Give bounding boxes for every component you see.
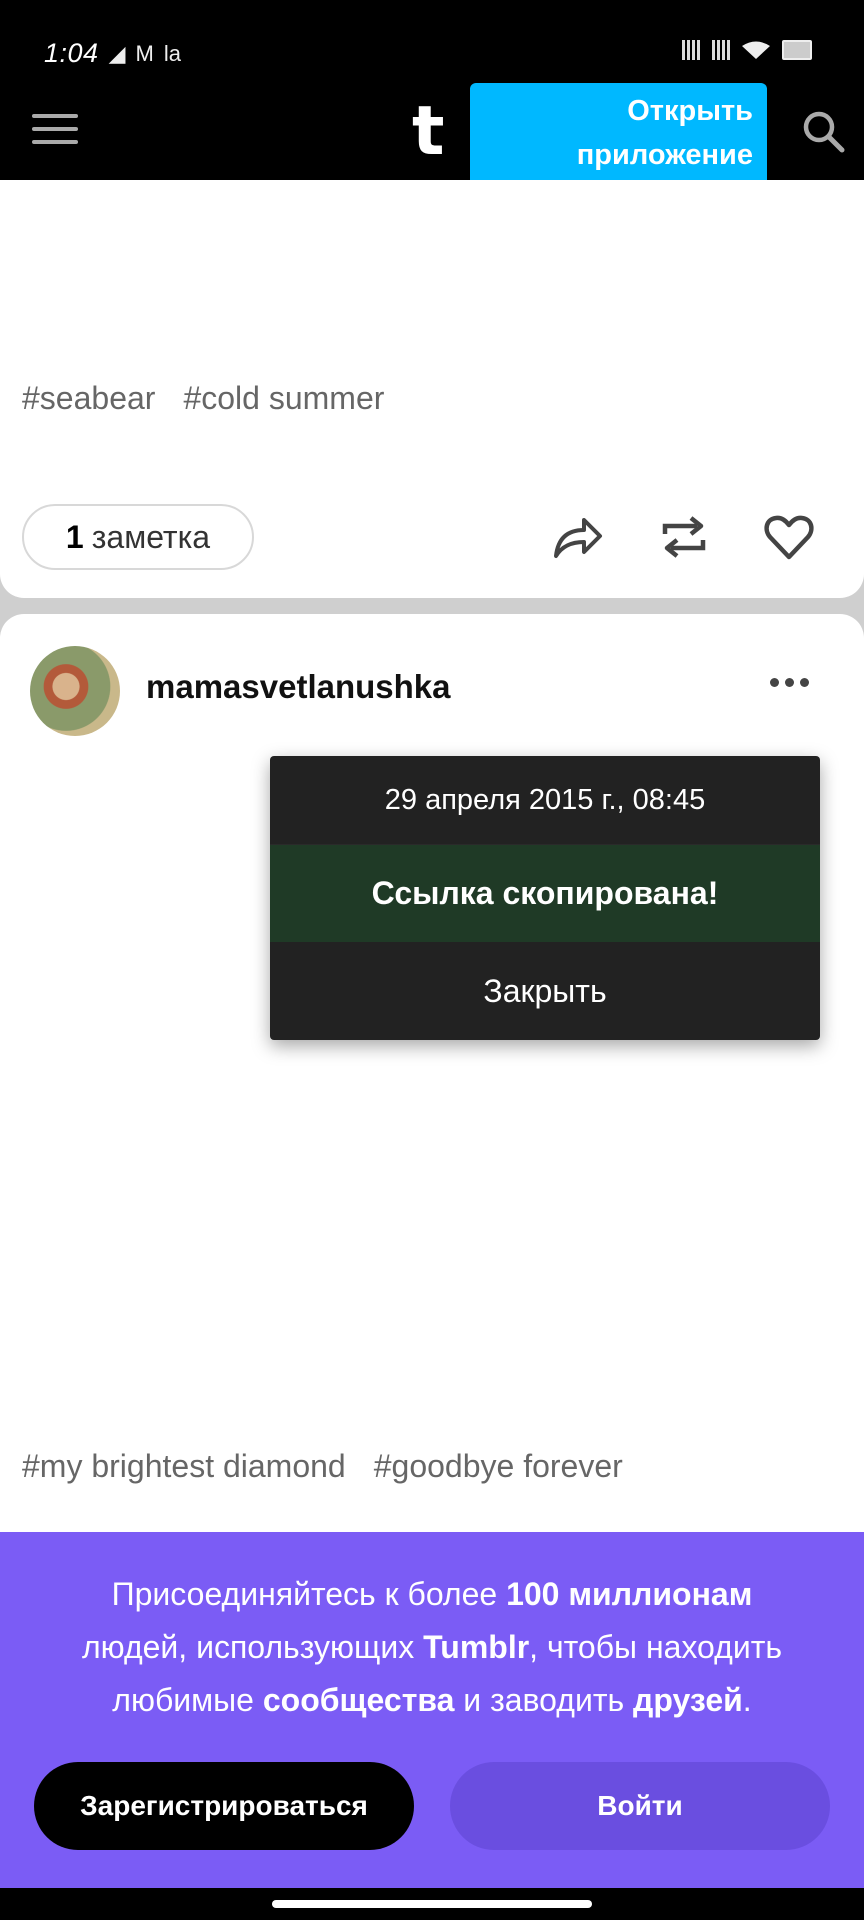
battery-icon <box>782 40 812 60</box>
signup-text-bold: друзей <box>633 1682 743 1718</box>
gmail-icon: M <box>135 40 154 66</box>
search-icon[interactable] <box>800 108 846 154</box>
reblog-icon[interactable] <box>657 510 711 564</box>
post-username[interactable]: mamasvetlanushka <box>146 668 451 706</box>
signup-text-part: . <box>742 1682 752 1718</box>
like-icon[interactable] <box>762 510 816 564</box>
status-bar: 1:04 ◢ M la <box>0 0 864 80</box>
signup-text-part: любимые <box>112 1682 263 1718</box>
signup-text-bold: сообщества <box>262 1682 455 1718</box>
tag-link[interactable]: #seabear <box>22 380 155 417</box>
signup-text-bold: 100 миллионам <box>506 1576 753 1612</box>
tag-link[interactable]: #goodbye forever <box>374 1448 623 1485</box>
signup-text-part: и заводить <box>454 1682 634 1718</box>
signup-line: Присоединяйтесь к более 100 миллионам <box>0 1568 864 1621</box>
notes-count: 1 <box>65 518 84 555</box>
status-right <box>682 40 812 60</box>
signup-line: людей, использующих Tumblr, чтобы находи… <box>0 1621 864 1674</box>
signal-icon <box>682 40 700 60</box>
la-icon: la <box>163 40 181 66</box>
notes-label: заметка <box>91 518 211 555</box>
post-date: 29 апреля 2015 г., 08:45 <box>384 783 706 816</box>
share-icon[interactable] <box>550 510 604 564</box>
notification-icon: ◢ <box>108 40 126 66</box>
post-tags: #my brightest diamond #goodbye forever <box>22 1448 623 1485</box>
tumblr-logo[interactable]: t <box>412 98 445 166</box>
open-app-label-1: Открыть <box>627 95 753 127</box>
post-tags: #seabear #cold summer <box>22 380 384 417</box>
system-nav-bar <box>0 1888 864 1920</box>
signup-text-part: Присоединяйтесь к более <box>111 1576 507 1612</box>
open-app-button[interactable]: Открыть приложение <box>470 83 767 188</box>
signup-banner: Присоединяйтесь к более 100 миллионам лю… <box>0 1532 864 1888</box>
signup-text-part: , чтобы находить <box>529 1629 783 1665</box>
login-button[interactable]: Войти <box>450 1762 830 1850</box>
signup-text-part: людей, использующих <box>81 1629 424 1665</box>
close-button[interactable]: Закрыть <box>270 942 820 1040</box>
open-app-label-2: приложение <box>576 139 753 171</box>
signup-line: любимые сообщества и заводить друзей. <box>0 1674 864 1727</box>
signal-icon <box>712 40 730 60</box>
register-button[interactable]: Зарегистрироваться <box>34 1762 414 1850</box>
wifi-icon <box>742 41 770 59</box>
post-card: #seabear #cold summer 1 заметка <box>0 180 864 598</box>
signup-text-bold: Tumblr <box>423 1629 530 1665</box>
status-time: 1:04 <box>44 38 99 68</box>
more-options-icon[interactable] <box>770 678 809 687</box>
notes-button[interactable]: 1 заметка <box>22 504 254 570</box>
tag-link[interactable]: #cold summer <box>183 380 384 417</box>
signup-text: Присоединяйтесь к более 100 миллионам лю… <box>0 1568 864 1727</box>
home-indicator[interactable] <box>272 1900 592 1908</box>
menu-icon[interactable] <box>32 114 78 146</box>
avatar[interactable] <box>30 646 120 736</box>
post-options-popup: 29 апреля 2015 г., 08:45 Ссылка скопиров… <box>270 756 820 1040</box>
tag-link[interactable]: #my brightest diamond <box>22 1448 346 1485</box>
status-left: 1:04 ◢ M la <box>44 38 181 69</box>
app-header: t Открыть приложение <box>0 80 864 188</box>
link-copied-message: Ссылка скопирована! <box>270 844 820 942</box>
